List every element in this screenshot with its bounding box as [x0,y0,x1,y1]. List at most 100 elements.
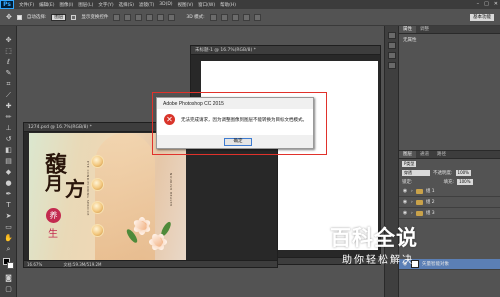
move-tool-icon[interactable]: ✥ [6,13,12,21]
history-brush-icon[interactable]: ↺ [4,135,13,143]
layer-name: 组 2 [425,200,435,205]
layer-row-selected[interactable]: ◉ 矢量智能对象 [399,259,500,270]
history-panel-icon[interactable] [388,32,396,39]
lasso-tool-icon[interactable]: ℓ [4,58,13,66]
healing-tool-icon[interactable]: ✚ [4,102,13,110]
menu-edit[interactable]: 编辑(E) [39,2,54,8]
menu-view[interactable]: 视图(V) [178,2,194,8]
swatches-panel-icon[interactable] [388,62,396,69]
menu-layer[interactable]: 图层(L) [78,2,93,8]
actions-panel-icon[interactable] [388,42,396,49]
roll-3d-icon[interactable] [220,13,228,21]
align-bottom-icon[interactable] [135,13,143,21]
shape-tool-icon[interactable]: ▭ [4,223,13,231]
brush-tool-icon[interactable]: ✏ [4,113,13,121]
show-transform-label: 显示变换控件 [81,15,109,20]
type-tool-icon[interactable]: T [4,201,13,209]
align-middle-icon[interactable] [124,13,132,21]
layer-row[interactable]: ◉ › 组 1 [399,186,500,197]
menu-filter[interactable]: 滤镜(T) [139,2,154,8]
pen-tool-icon[interactable]: ✒ [4,190,13,198]
lily-flower-2 [149,232,167,252]
menu-3d[interactable]: 3D(D) [159,2,172,7]
auto-select-dropdown[interactable]: 图层 [51,13,67,21]
layer-row[interactable]: ◉ › 组 3 [399,208,500,219]
align-left-icon[interactable] [146,13,154,21]
menu-image[interactable]: 图像(I) [59,2,73,8]
align-buttons [113,13,176,21]
scale-3d-icon[interactable] [253,13,261,21]
dodge-tool-icon[interactable]: ● [4,179,13,187]
poster-title-char-3: 方 [65,177,85,201]
blur-tool-icon[interactable]: ◆ [4,168,13,176]
error-message: 无法完成请求，因为调整图像到图层不能转换为目标文档模式。 [181,118,307,123]
stamp-tool-icon[interactable]: ⊥ [4,124,13,132]
background-color-swatch[interactable] [7,262,14,269]
quick-mask-icon[interactable]: ◙ [4,274,13,282]
document-status-image: 16.67% 文档:59.3M/519.2M [24,260,277,267]
gold-badge-1 [91,155,104,168]
expand-chevron-icon[interactable]: › [411,189,413,194]
blend-mode-select[interactable]: 穿透 [402,169,430,176]
eye-icon[interactable]: ◉ [402,199,408,205]
tab-properties[interactable]: 属性 [399,26,416,33]
gold-badge-2 [91,178,104,191]
watermark-subtitle: 助你轻松解决 [342,255,414,266]
show-transform-checkbox[interactable] [71,14,77,20]
hand-tool-icon[interactable]: ✋ [4,234,13,242]
rotate-3d-icon[interactable] [209,13,217,21]
screen-mode-icon[interactable]: ▢ [4,285,13,293]
crop-tool-icon[interactable]: ⌗ [4,80,13,88]
move-tool-icon[interactable]: ✥ [4,36,13,44]
align-right-icon[interactable] [168,13,176,21]
eraser-tool-icon[interactable]: ◧ [4,146,13,154]
align-top-icon[interactable] [113,13,121,21]
error-dialog: Adobe Photoshop CC 2015 ✕ 无法完成请求，因为调整图像到… [156,97,314,149]
options-bar: ✥ 自动选择: 图层 显示变换控件 3D 模式: 基本功能 [0,9,500,26]
zoom-tool-icon[interactable]: ⌕ [4,245,13,253]
tab-adjustments[interactable]: 调整 [416,26,433,33]
menu-window[interactable]: 窗口(W) [198,2,215,8]
drag-3d-icon[interactable] [231,13,239,21]
watermark-logo: 百科全说 [330,226,418,250]
poster-sheng-text: 生 [48,229,58,240]
menu-type[interactable]: 文字(Y) [98,2,113,8]
blend-opacity-row: 穿透 不透明度: 100% [399,168,500,177]
menu-select[interactable]: 选择(S) [119,2,134,8]
fill-input[interactable]: 100% [457,178,473,185]
document-tab-untitled[interactable]: 未标题-1 @ 16.7%(RGB/8) * [191,46,380,55]
maximize-button[interactable]: □ [484,1,489,7]
marquee-tool-icon[interactable]: ⬚ [4,47,13,55]
brush-panel-icon[interactable] [388,52,396,59]
layer-kind-filter[interactable]: P类型 [402,160,417,167]
folder-icon [415,199,423,205]
gradient-tool-icon[interactable]: ▤ [4,157,13,165]
slide-3d-icon[interactable] [242,13,250,21]
tab-layers[interactable]: 图层 [399,151,416,158]
layer-row[interactable]: ◉ › 组 2 [399,197,500,208]
gold-badge-3 [91,201,104,214]
minimize-button[interactable]: – [477,1,480,7]
auto-select-checkbox[interactable] [16,14,22,20]
align-center-icon[interactable] [157,13,165,21]
path-select-tool-icon[interactable]: ➤ [4,212,13,220]
workspace-dropdown[interactable]: 基本功能 [470,14,494,21]
error-icon: ✕ [164,114,175,125]
tools-panel: ✥ ⬚ ℓ ✎ ⌗ ⟋ ✚ ✏ ⊥ ↺ ◧ ▤ ◆ ● ✒ T ➤ ▭ ✋ ⌕ … [0,26,17,297]
menu-help[interactable]: 帮助(H) [220,2,236,8]
tab-channels[interactable]: 通道 [416,151,433,158]
dialog-title: Adobe Photoshop CC 2015 [163,101,224,107]
eye-icon[interactable]: ◉ [402,188,408,194]
close-button[interactable]: ✕ [494,1,498,7]
expand-chevron-icon[interactable]: › [411,200,413,205]
fill-label: 填充: [443,179,455,185]
eye-icon[interactable]: ◉ [402,210,408,216]
poster-vertical-english-left: EYE CONDITIONING SERVICE [86,161,90,216]
ok-button[interactable]: 确定 [224,138,252,146]
tab-paths[interactable]: 路径 [433,151,450,158]
quick-select-tool-icon[interactable]: ✎ [4,69,13,77]
menu-file[interactable]: 文件(F) [19,2,34,8]
opacity-input[interactable]: 100% [455,169,471,176]
expand-chevron-icon[interactable]: › [411,211,413,216]
eyedropper-tool-icon[interactable]: ⟋ [4,91,13,99]
